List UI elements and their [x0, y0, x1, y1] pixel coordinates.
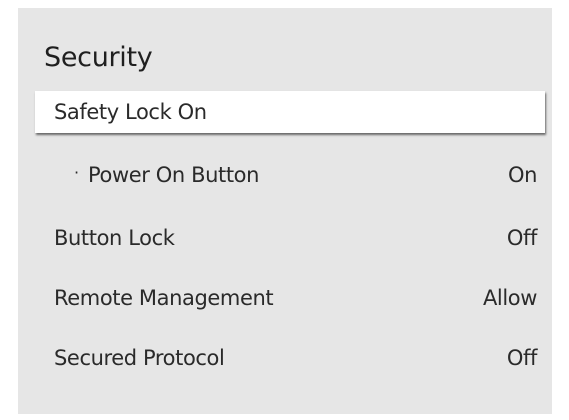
menu-item-value: Off	[506, 346, 538, 370]
page-title: Security	[44, 42, 153, 73]
menu-item-label: Button Lock	[54, 226, 175, 250]
screen: Security Safety Lock On · Power On Butto…	[0, 0, 569, 420]
menu-item-label: Remote Management	[54, 286, 274, 310]
menu-item-value: Allow	[482, 286, 537, 310]
menu-item-safety-lock-on[interactable]: Safety Lock On	[35, 91, 545, 133]
menu-item-label: Safety Lock On	[54, 100, 207, 124]
menu-item-remote-management[interactable]: Remote Management Allow	[35, 277, 545, 319]
menu-item-secured-protocol[interactable]: Secured Protocol Off	[35, 337, 545, 379]
menu-item-button-lock[interactable]: Button Lock Off	[35, 217, 545, 259]
menu-item-label: Secured Protocol	[54, 346, 225, 370]
sub-item-bullet: ·	[74, 163, 79, 183]
menu-item-value: On	[507, 163, 537, 187]
menu-item-label: Power On Button	[88, 163, 260, 187]
security-menu-panel: Security Safety Lock On · Power On Butto…	[18, 8, 552, 414]
menu-item-power-on-button[interactable]: · Power On Button On	[35, 154, 545, 196]
menu-item-value: Off	[506, 226, 538, 250]
